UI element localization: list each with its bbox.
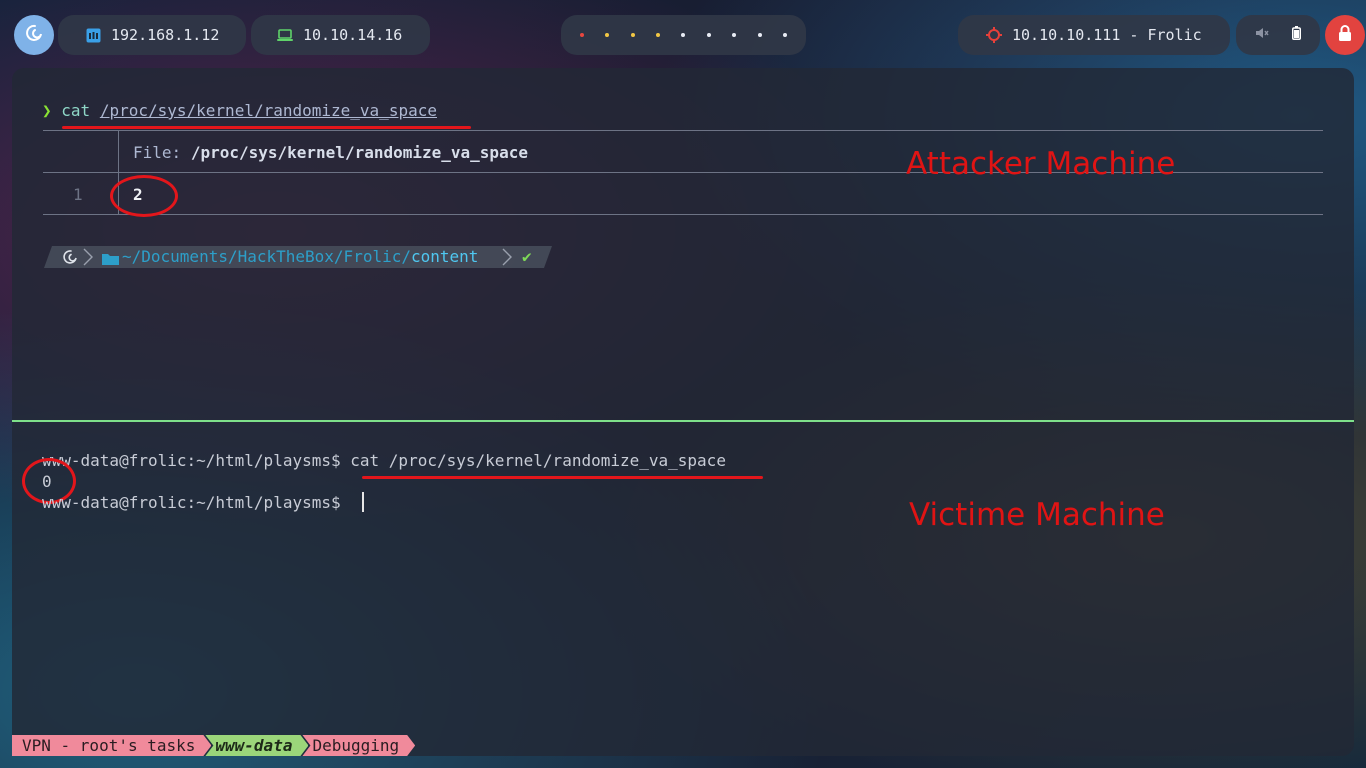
workspace-dot-9[interactable] (783, 33, 788, 37)
victim-command: cat /proc/sys/kernel/randomize_va_space (350, 451, 726, 470)
prompt-arrow-icon: ❯ (42, 101, 52, 120)
attacker-command-underline (62, 126, 471, 129)
workspace-dot-6[interactable] (706, 33, 711, 37)
battery-icon[interactable] (1291, 26, 1301, 44)
bat-file-label: File: (133, 143, 182, 162)
attacker-command-line: ❯ cat /proc/sys/kernel/randomize_va_spac… (42, 101, 437, 120)
bat-top-rule (43, 130, 1323, 131)
workspace-dot-8[interactable] (757, 33, 762, 37)
current-directory: ~/Documents/HackTheBox/Frolic/content (122, 247, 478, 266)
lock-button[interactable] (1325, 15, 1365, 55)
command-argument: /proc/sys/kernel/randomize_va_space (99, 101, 437, 120)
terminal-window[interactable]: ❯ cat /proc/sys/kernel/randomize_va_spac… (12, 68, 1354, 756)
bat-file-path: /proc/sys/kernel/randomize_va_space (190, 143, 528, 162)
workspace-dot-3[interactable] (630, 33, 635, 37)
terminal-cursor (362, 492, 364, 512)
attacker-annotation: Attacker Machine (906, 146, 1176, 182)
tmux-window-www-data[interactable]: www-data (205, 735, 308, 756)
status-ok-icon: ✔ (522, 247, 532, 266)
workspace-dot-5[interactable] (681, 33, 686, 37)
launcher-button[interactable] (14, 15, 54, 55)
attacker-pane[interactable]: ❯ cat /proc/sys/kernel/randomize_va_spac… (12, 68, 1354, 422)
folder-icon (102, 251, 120, 270)
workspace-dot-1[interactable] (579, 33, 584, 37)
cwd-prefix: ~/Documents/HackTheBox/Frolic/ (122, 247, 411, 266)
vpn-ip-widget[interactable]: 10.10.14.16 (251, 15, 430, 55)
chevron-right-icon (83, 248, 93, 270)
local-ip-widget[interactable]: 192.168.1.12 (58, 15, 246, 55)
victim-prompt: www-data@frolic:~/html/playsms$ (42, 451, 341, 470)
victim-command-underline (362, 476, 763, 479)
workspace-dot-4[interactable] (656, 33, 661, 37)
bat-bottom-rule (43, 214, 1323, 215)
bat-line-number: 1 (73, 185, 83, 204)
pane-divider[interactable] (12, 420, 1354, 422)
tmux-window-debugging[interactable]: Debugging (302, 735, 415, 756)
lock-icon (1338, 25, 1352, 45)
victim-pane[interactable]: www-data@frolic:~/html/playsms$ cat /pro… (12, 424, 1354, 738)
ethernet-icon (86, 28, 101, 43)
victim-prompt-line: www-data@frolic:~/html/playsms$ (42, 493, 341, 512)
debian-swirl-icon (24, 23, 44, 47)
workspace-dot-7[interactable] (732, 33, 737, 37)
bat-header: File: /proc/sys/kernel/randomize_va_spac… (133, 143, 528, 162)
volume-muted-icon[interactable] (1255, 26, 1269, 44)
laptop-icon (277, 28, 293, 42)
target-text: 10.10.10.111 - Frolic (1012, 26, 1202, 44)
workspace-dot-2[interactable] (605, 33, 610, 37)
target-widget[interactable]: 10.10.10.111 - Frolic (958, 15, 1230, 55)
attacker-value-circle (110, 175, 178, 217)
tmux-status-bar: VPN - root's tasks www-data Debugging (12, 735, 409, 756)
workspace-indicator[interactable] (561, 15, 806, 55)
chevron-right-icon (502, 248, 512, 270)
command-name: cat (61, 101, 91, 120)
system-tray (1236, 15, 1320, 55)
crosshair-icon (986, 27, 1002, 43)
local-ip-text: 192.168.1.12 (111, 26, 220, 44)
victim-command-line: www-data@frolic:~/html/playsms$ cat /pro… (42, 451, 726, 470)
victim-annotation: Victime Machine (909, 497, 1165, 533)
cwd-current: content (410, 247, 479, 266)
debian-prompt-icon (62, 249, 78, 269)
tmux-window-vpn[interactable]: VPN - root's tasks (12, 735, 211, 756)
vpn-ip-text: 10.10.14.16 (303, 26, 403, 44)
top-bar: 192.168.1.12 10.10.14.16 10.10.10.111 - … (0, 0, 1366, 68)
